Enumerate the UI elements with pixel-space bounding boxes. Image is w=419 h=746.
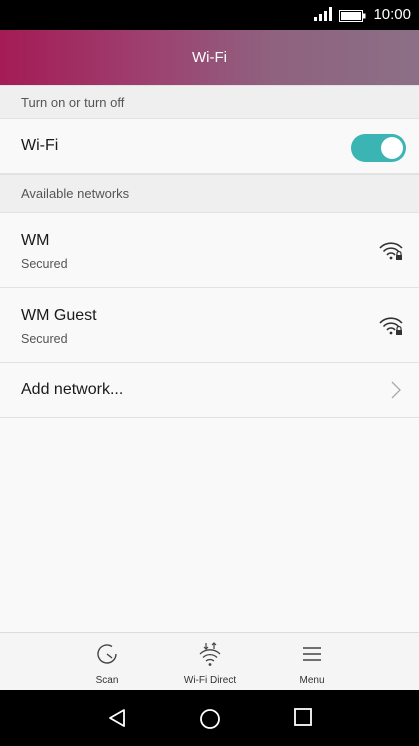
network-security: Secured	[21, 257, 68, 271]
section-header-toggle: Turn on or turn off	[0, 85, 419, 119]
menu-label: Menu	[299, 675, 325, 686]
signal-icon	[314, 7, 334, 26]
add-network-row[interactable]: Add network...	[0, 363, 419, 418]
page-title: Wi-Fi	[192, 49, 227, 66]
scan-button[interactable]: Scan	[62, 633, 152, 691]
network-name: WM Guest	[21, 307, 97, 324]
status-time: 10:00	[373, 6, 411, 23]
system-nav-bar	[0, 690, 419, 746]
menu-button[interactable]: Menu	[267, 633, 357, 691]
scan-label: Scan	[95, 675, 119, 686]
wifi-secured-icon	[378, 240, 404, 267]
wifi-toggle-row[interactable]: Wi-Fi	[0, 119, 419, 174]
recents-icon[interactable]	[294, 708, 312, 726]
wifi-direct-button[interactable]: Wi-Fi Direct	[165, 633, 255, 691]
scan-icon	[97, 644, 117, 664]
wifi-direct-label: Wi-Fi Direct	[183, 675, 237, 686]
wifi-toggle-label: Wi-Fi	[21, 137, 59, 154]
toggle-knob	[381, 137, 403, 159]
status-bar: 10:00	[0, 0, 419, 30]
wifi-toggle-switch[interactable]	[351, 134, 406, 162]
network-item-wm-guest[interactable]: WM Guest Secured	[0, 288, 419, 363]
battery-icon	[339, 9, 366, 27]
section-label: Turn on or turn off	[21, 94, 125, 110]
section-header-networks: Available networks	[0, 174, 419, 213]
back-icon[interactable]	[107, 708, 127, 728]
wifi-secured-icon	[378, 315, 404, 342]
app-header: Wi-Fi	[0, 30, 419, 85]
chevron-right-icon	[391, 381, 401, 404]
menu-icon	[303, 647, 321, 661]
wifi-direct-icon	[199, 642, 221, 666]
network-security: Secured	[21, 332, 68, 346]
add-network-label: Add network...	[21, 381, 124, 398]
bottom-action-bar: Scan Wi-Fi Direct Menu	[0, 632, 419, 691]
network-item-wm[interactable]: WM Secured	[0, 213, 419, 288]
network-name: WM	[21, 232, 50, 249]
section-label: Available networks	[21, 186, 130, 201]
home-icon[interactable]	[199, 708, 221, 730]
